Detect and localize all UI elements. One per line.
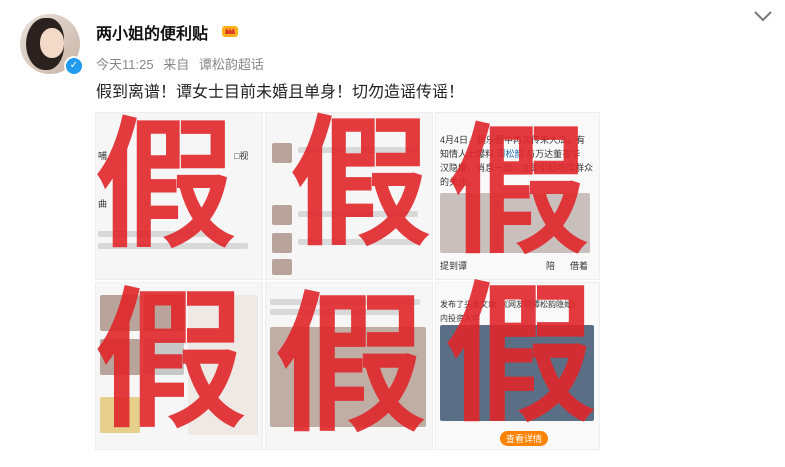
- fake-stamp: 假: [448, 110, 589, 274]
- post-time: 今天11:25: [96, 57, 154, 72]
- image-grid: 哺 □视 曲 4月4日，娱乐圈中再次传来大瓜，有 知情人士爆料 谭松韵 与万达董…: [95, 112, 600, 450]
- post-meta: 今天11:25 来自 谭松韵超话: [96, 54, 270, 73]
- verified-badge-icon: ✓: [64, 56, 84, 76]
- avatar-face: [40, 28, 64, 58]
- fake-stamp: 假: [445, 267, 596, 443]
- fake-stamp: 假: [290, 102, 431, 266]
- fake-stamp: 假: [95, 104, 236, 268]
- post-text: 假到离谱！谭女士目前未婚且单身！切勿造谣传谣！: [96, 84, 465, 101]
- fake-stamp: 假: [95, 273, 246, 449]
- chevron-down-icon[interactable]: [752, 8, 774, 24]
- source-link[interactable]: 谭松韵超话: [199, 57, 264, 72]
- crown-icon: [222, 26, 238, 37]
- fake-stamp: 假: [275, 277, 426, 453]
- username[interactable]: 两小姐的便利贴: [96, 20, 208, 44]
- source-prefix: 来自: [163, 57, 190, 72]
- thumb-text: □视: [234, 151, 249, 161]
